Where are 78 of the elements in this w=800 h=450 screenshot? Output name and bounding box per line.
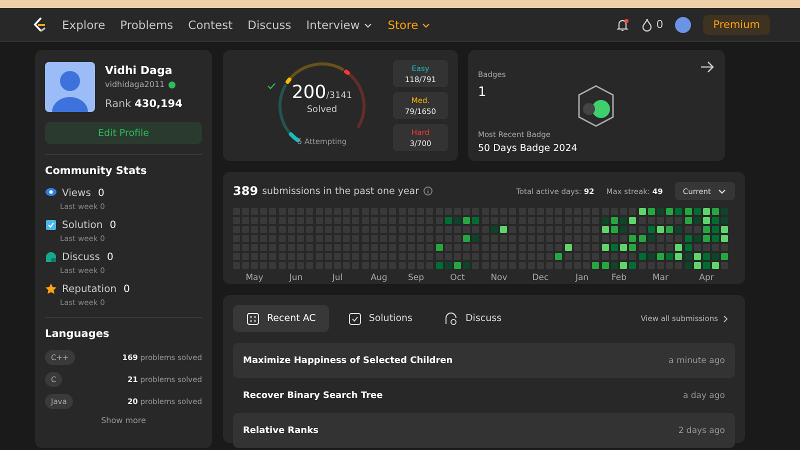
tab[interactable]: Recent AC (233, 305, 329, 332)
notification-bell-icon[interactable] (616, 18, 630, 32)
section-title: Languages (45, 328, 110, 340)
stat-label: Views (62, 188, 91, 198)
status-icon (168, 80, 176, 88)
stat-value: 0 (98, 188, 104, 198)
submission-row[interactable]: Relative Ranks 2 days ago (233, 413, 735, 448)
tab[interactable]: Discuss (431, 305, 515, 332)
activity-heatmap-drawing (639, 208, 682, 269)
chat-bubble-icon (45, 251, 57, 263)
month-label: Nov (490, 273, 508, 283)
premium-button[interactable]: Premium (703, 14, 770, 34)
month-label: Aug (370, 273, 388, 283)
check-icon (267, 82, 276, 90)
nav-link[interactable]: Problems (120, 18, 174, 32)
recent-badge-name: 50 Days Badge 2024 (478, 143, 578, 154)
submission-count: 389 (233, 184, 258, 198)
section-title: Community Stats (45, 165, 148, 177)
activity-heatmap-drawing (685, 208, 728, 269)
activity-heatmap-drawing (602, 208, 636, 269)
tab[interactable]: Solutions (334, 305, 426, 332)
eye-icon (45, 187, 57, 199)
rank-text: Rank 430,194 (105, 98, 182, 110)
month-label: Dec (532, 273, 549, 283)
show-more-link[interactable]: Show more (45, 416, 202, 425)
month-label: Sep (408, 273, 424, 283)
submission-time: 2 days ago (678, 426, 725, 436)
stat-label: Solution (62, 220, 103, 230)
medium-progress-arc (286, 62, 344, 84)
activity-heatmap-drawing (565, 208, 599, 269)
list-icon (246, 312, 260, 326)
streak-counter[interactable]: 0 (641, 18, 664, 32)
nav-link[interactable]: Discuss (248, 18, 292, 32)
submission-row[interactable]: Recover Binary Search Tree a day ago (233, 378, 735, 413)
star-icon (45, 283, 57, 295)
month-label: May (246, 273, 264, 283)
submission-time: a minute ago (668, 356, 725, 366)
info-icon[interactable] (423, 186, 434, 196)
user-name: Vidhi Daga (105, 64, 174, 77)
activity-heatmap-drawing (436, 208, 479, 269)
stat-label: Discuss (62, 252, 100, 262)
badge-icon (576, 85, 616, 127)
submission-time: a day ago (682, 390, 725, 400)
month-label: Oct (450, 273, 465, 283)
solved-label: Solved (306, 104, 338, 114)
checkbox-icon (45, 219, 57, 231)
month-label: Apr (699, 273, 714, 283)
problem-title: Recover Binary Search Tree (243, 390, 383, 400)
activity-heatmap-drawing (519, 208, 562, 269)
nav-link[interactable]: Explore (62, 18, 106, 32)
problem-title: Maximize Happiness of Selected Children (243, 356, 453, 366)
badges-count: 1 (478, 85, 486, 100)
logo-icon[interactable] (32, 16, 48, 32)
month-label: Feb (611, 273, 627, 283)
activity-heatmap-drawing (482, 208, 516, 269)
stat-value: 0 (106, 252, 114, 262)
avatar-icon[interactable] (675, 16, 692, 32)
month-label: Jul (332, 273, 343, 283)
month-label: Mar (652, 273, 669, 283)
username: vidhidaga2011 (105, 80, 165, 89)
solved-count: 200/3141 (292, 82, 352, 102)
stat-value: 0 (124, 284, 130, 294)
submission-text: submissions in the past one year (262, 186, 420, 196)
avatar-placeholder (45, 62, 95, 112)
nav-link[interactable]: Contest (188, 18, 233, 32)
streak-count: 0 (656, 18, 664, 31)
nav-link[interactable]: Interview (306, 18, 373, 32)
chevron-right-icon (722, 314, 729, 322)
stat-label: Reputation (62, 284, 117, 294)
arrow-right-icon[interactable] (700, 60, 714, 74)
submission-row[interactable]: Maximize Happiness of Selected Children a minute ago (233, 343, 735, 378)
checkbox-icon (348, 312, 362, 326)
nav-link[interactable]: Store (388, 18, 432, 32)
month-label: Jun (289, 273, 303, 283)
edit-profile-button[interactable]: Edit Profile (45, 122, 202, 144)
stat-value: 0 (110, 220, 116, 230)
month-label: Jan (575, 273, 589, 283)
problem-title: Relative Ranks (243, 426, 318, 436)
